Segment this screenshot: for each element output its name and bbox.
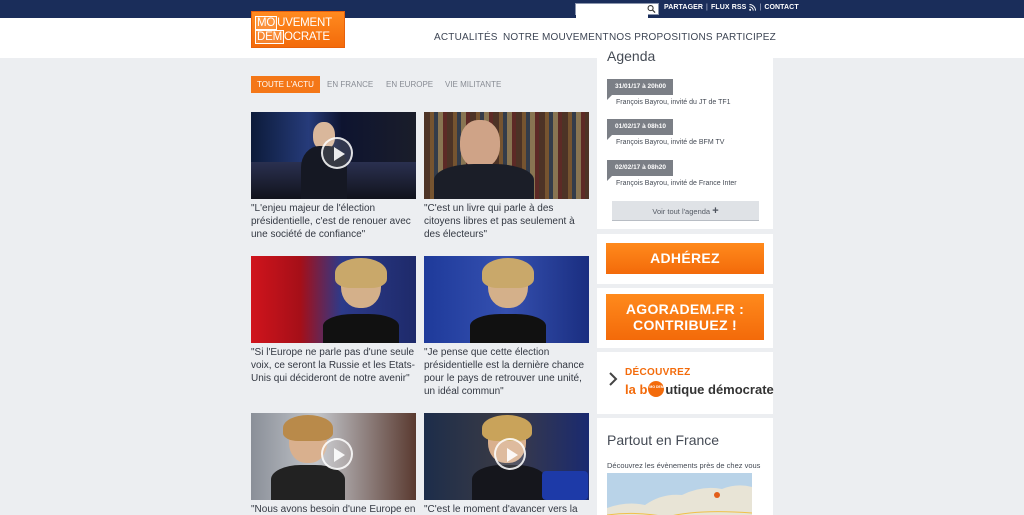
see-all-agenda-button[interactable]: Voir tout l'agenda + [612,201,759,221]
adherez-box: ADHÉREZ [597,234,773,284]
boutique-banner[interactable]: DÉCOUVREZ la butique démocrate [597,352,774,414]
nav-notre-mouvement[interactable]: NOTRE MOUVEMENT [503,32,609,43]
article-caption[interactable]: "L'enjeu majeur de l'élection présidenti… [251,202,416,241]
rss-link[interactable]: FLUX RSS [711,4,746,11]
agoradem-button[interactable]: AGORADEM.FR : CONTRIBUEZ ! [606,294,764,340]
boutique-heading: DÉCOUVREZ [625,367,691,378]
share-link[interactable]: PARTAGER [664,4,703,11]
article-thumbnail[interactable] [251,256,416,343]
agenda-event-text[interactable]: François Bayrou, invité de France Inter [616,180,737,187]
article-caption[interactable]: "Si l'Europe ne parle pas d'une seule vo… [251,346,416,385]
article-caption[interactable]: "C'est le moment d'avancer vers la [424,503,589,515]
article-card[interactable]: "Si l'Europe ne parle pas d'une seule vo… [251,256,416,385]
adherez-button[interactable]: ADHÉREZ [606,243,764,274]
article-caption[interactable]: "Je pense que cette élection présidentie… [424,346,589,398]
utility-links: PARTAGER | FLUX RSS | CONTACT [664,4,799,11]
agenda-event-date: 31/01/17 à 20h00 [607,79,673,100]
nav-participez[interactable]: PARTICIPEZ [716,32,776,43]
site-header: MO UVEMENT DEM OCRATE ACTUALITÉS NOTRE MOU… [0,11,1024,58]
contact-link[interactable]: CONTACT [764,4,798,11]
play-video-icon[interactable] [321,137,353,169]
article-card[interactable]: "C'est un livre qui parle à des citoyens… [424,112,589,241]
chevron-right-icon [609,372,618,386]
tab-vie-militante[interactable]: VIE MILITANTE [445,76,501,93]
play-video-icon[interactable] [321,438,353,470]
map-marker-icon [714,492,720,498]
article-thumbnail[interactable] [424,256,589,343]
partout-box: Partout en France Découvrez les évènemen… [597,418,773,515]
rss-icon[interactable] [749,4,757,11]
agenda-event-date: 01/02/17 à 08h10 [607,119,673,140]
agenda-box: Agenda 31/01/17 à 20h00 François Bayrou,… [597,48,773,229]
article-thumbnail[interactable] [424,112,589,199]
agenda-event-text[interactable]: François Bayrou, invité du JT de TF1 [616,99,731,106]
map-graphic [607,485,752,515]
boutique-title: la butique démocrate [625,381,774,397]
article-card[interactable]: "L'enjeu majeur de l'élection présidenti… [251,112,416,241]
modem-logo-icon [648,381,665,397]
article-caption[interactable]: "Nous avons besoin d'une Europe en [251,503,416,515]
search-icon[interactable] [647,4,656,14]
article-caption[interactable]: "C'est un livre qui parle à des citoyens… [424,202,589,241]
partout-title: Partout en France [607,432,720,448]
tab-en-france[interactable]: EN FRANCE [327,76,373,93]
search-field[interactable] [575,3,659,20]
logo-line-1: MO UVEMENT [255,16,332,30]
article-thumbnail[interactable] [251,413,416,500]
partout-subtitle: Découvrez les évènements près de chez vo… [607,461,761,470]
agenda-title: Agenda [607,48,656,64]
agenda-event-text[interactable]: François Bayrou, invité de BFM TV [616,139,724,146]
play-video-icon[interactable] [494,438,526,470]
agoradem-box: AGORADEM.FR : CONTRIBUEZ ! [597,288,773,348]
tab-en-europe[interactable]: EN EUROPE [386,76,433,93]
top-utility-bar: PARTAGER | FLUX RSS | CONTACT [0,0,1024,20]
article-card[interactable]: "Je pense que cette élection présidentie… [424,256,589,398]
plus-icon: + [712,205,719,217]
nav-nos-propositions[interactable]: NOS PROPOSITIONS [609,32,713,43]
events-map[interactable] [607,473,752,515]
tab-toute-lactu[interactable]: TOUTE L'ACTU [251,76,320,93]
agenda-event-date: 02/02/17 à 08h20 [607,160,673,181]
nav-actualites[interactable]: ACTUALITÉS [434,32,498,43]
article-thumbnail[interactable] [251,112,416,199]
article-card[interactable]: "C'est le moment d'avancer vers la [424,413,589,515]
article-card[interactable]: "Nous avons besoin d'une Europe en [251,413,416,515]
main-nav: ACTUALITÉS NOTRE MOUVEMENT NOS PROPOSITI… [0,32,1024,46]
article-thumbnail[interactable] [424,413,589,500]
